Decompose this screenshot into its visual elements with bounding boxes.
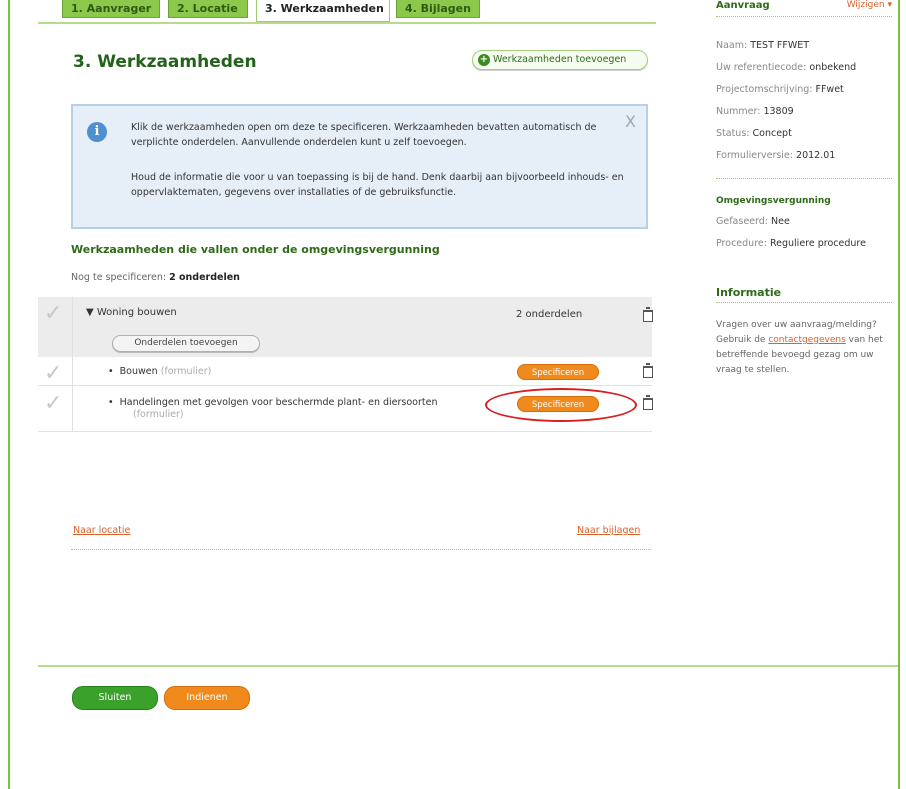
next-link[interactable]: Naar bijlagen [577, 525, 640, 536]
item-label-text: Bouwen [119, 366, 158, 377]
field-phased: Gefaseerd: Nee [716, 216, 790, 227]
checkmark-icon: ✓ [44, 391, 63, 416]
group-title[interactable]: ▼ Woning bouwen [86, 307, 177, 318]
side-header: Aanvraag Wijzigen ▾ [716, 0, 892, 11]
trash-icon[interactable] [643, 363, 653, 378]
contact-link[interactable]: contactgegevens [768, 335, 845, 345]
field-version: Formulierversie: 2012.01 [716, 150, 836, 161]
edit-link[interactable]: Wijzigen ▾ [847, 0, 892, 10]
divider [71, 549, 651, 550]
submit-button[interactable]: Indienen [164, 686, 250, 710]
add-werkzaamheden-button[interactable]: + Werkzaamheden toevoegen [472, 50, 648, 70]
remaining-label-text: Nog te specificeren: [71, 272, 167, 283]
close-icon[interactable]: X [625, 114, 636, 130]
frame-left-border [0, 0, 10, 789]
group-row: ✓ ▼ Woning bouwen 2 onderdelen Onderdele… [38, 297, 653, 357]
page-title: 3. Werkzaamheden [73, 52, 257, 72]
group-count: 2 onderdelen [516, 309, 583, 320]
info-icon: i [87, 122, 107, 142]
info-text-2: Houd de informatie die voor u van toepas… [131, 172, 624, 198]
tab-aanvrager[interactable]: 1. Aanvrager [62, 0, 160, 18]
checkmark-icon: ✓ [44, 301, 63, 326]
table-divider [72, 297, 73, 432]
side-info-text: Vragen over uw aanvraag/melding? Gebruik… [716, 318, 900, 378]
info-text-1: Klik de werkzaamheden open om deze te sp… [131, 122, 597, 148]
frame-right-border [898, 0, 900, 789]
field-project: Projectomschrijving: FFwet [716, 84, 844, 95]
field-name: Naam: TEST FFWET [716, 40, 810, 51]
field-reference: Uw referentiecode: onbekend [716, 62, 857, 73]
item-label: • Bouwen (formulier) [108, 366, 212, 377]
field-procedure: Procedure: Reguliere procedure [716, 238, 866, 249]
footer-divider [38, 665, 898, 667]
divider [716, 302, 892, 303]
item-label: • Handelingen met gevolgen voor bescherm… [108, 397, 438, 408]
checkmark-icon: ✓ [44, 361, 63, 386]
field-number: Nummer: 13809 [716, 106, 794, 117]
divider [716, 16, 892, 17]
list-item: ✓ • Bouwen (formulier) Specificeren [38, 357, 653, 386]
info-title: Informatie [716, 286, 782, 299]
omgeving-title: Omgevingsvergunning [716, 196, 831, 206]
field-status: Status: Concept [716, 128, 792, 139]
add-werkzaamheden-label: Werkzaamheden toevoegen [493, 54, 627, 65]
group-title-text: Woning bouwen [96, 307, 177, 318]
tab-bijlagen[interactable]: 4. Bijlagen [396, 0, 480, 18]
trash-icon[interactable] [643, 395, 653, 410]
item-tag: (formulier) [160, 366, 212, 377]
info-box: i Klik de werkzaamheden open om deze te … [71, 104, 648, 229]
annotation-highlight [485, 388, 637, 422]
tab-underline [38, 22, 656, 24]
item-tag: (formulier) [133, 409, 184, 420]
trash-icon[interactable] [643, 307, 653, 322]
side-header-title: Aanvraag [716, 0, 770, 11]
add-parts-button[interactable]: Onderdelen toevoegen [112, 335, 260, 352]
remaining-count: 2 onderdelen [169, 272, 240, 283]
tab-locatie[interactable]: 2. Locatie [168, 0, 248, 18]
plus-icon: + [478, 54, 490, 66]
close-button[interactable]: Sluiten [72, 686, 158, 710]
section-heading: Werkzaamheden die vallen onder de omgevi… [71, 243, 440, 256]
specify-button[interactable]: Specificeren [517, 364, 599, 380]
divider [716, 178, 892, 179]
item-label-text: Handelingen met gevolgen voor beschermde… [119, 397, 438, 408]
prev-link[interactable]: Naar locatie [73, 525, 130, 536]
tab-werkzaamheden[interactable]: 3. Werkzaamheden [256, 0, 390, 22]
remaining-label: Nog te specificeren: 2 onderdelen [71, 272, 240, 283]
